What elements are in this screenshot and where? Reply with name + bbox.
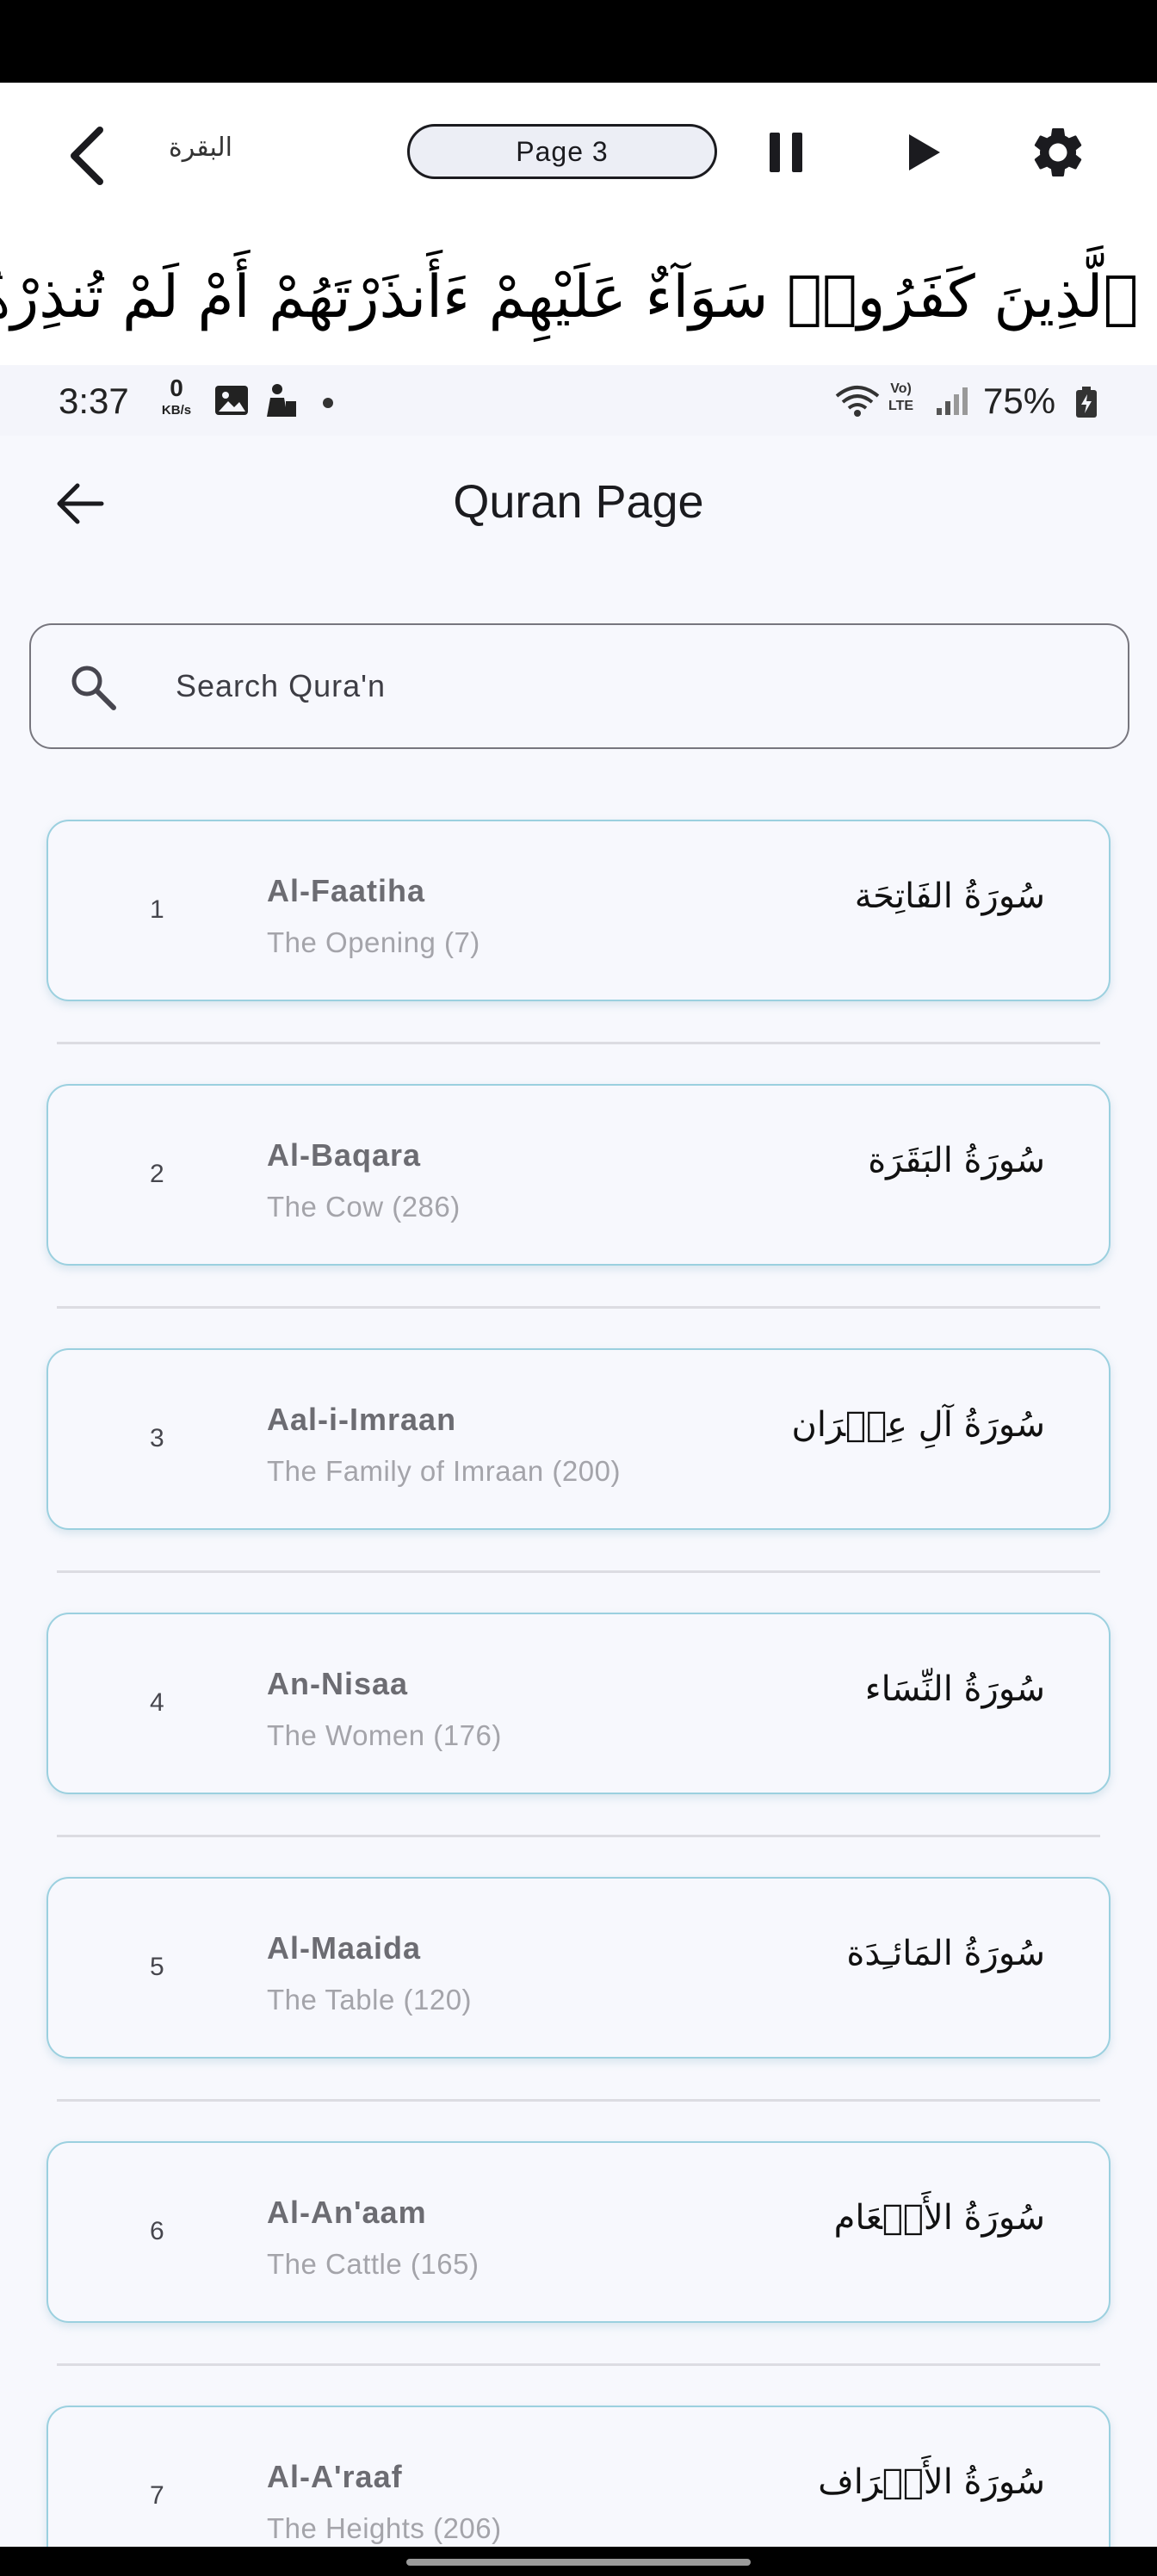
- battery-charging-icon: [1074, 386, 1098, 418]
- list-divider: [57, 2363, 1100, 2366]
- list-divider: [57, 1042, 1100, 1044]
- surah-name: Al-A'raaf: [267, 2459, 403, 2494]
- surah-meaning: The Opening (7): [267, 926, 480, 958]
- surah-meaning: The Women (176): [267, 1719, 502, 1751]
- screen: البقرة Page 3 إِنَّ ٱلَّذِينَ كَفَرُوا۟ …: [0, 0, 1157, 2576]
- surah-card-1[interactable]: 1 Al-Faatiha The Opening (7) سُورَةُ الف…: [46, 820, 1111, 1001]
- surah-card-2[interactable]: 2 Al-Baqara The Cow (286) سُورَةُ البَقَ…: [46, 1084, 1111, 1266]
- surah-number: 7: [150, 2481, 164, 2510]
- status-time: 3:37: [59, 381, 129, 421]
- surah-arabic-name: سُورَةُ النِّسَاء: [864, 1669, 1045, 1709]
- gear-icon[interactable]: [1028, 122, 1088, 183]
- surah-meaning: The Table (120): [267, 1984, 473, 2016]
- home-indicator[interactable]: [406, 2559, 751, 2566]
- signal-strength-icon: [935, 386, 969, 417]
- surah-arabic-name: سُورَةُ المَائـِدَة: [846, 1934, 1045, 1973]
- notification-dot: [323, 398, 333, 408]
- player-surah-label: البقرة: [169, 133, 232, 163]
- surah-arabic-name: سُورَةُ البَقَرَة: [868, 1141, 1045, 1180]
- surah-card-5[interactable]: 5 Al-Maaida The Table (120) سُورَةُ المَ…: [46, 1877, 1111, 2059]
- status-bar: 3:37 0 KB/s Vo) LTE 75%: [0, 365, 1157, 436]
- player-back-chevron-icon[interactable]: [60, 121, 112, 190]
- surah-meaning: The Cow (286): [267, 1191, 461, 1223]
- list-divider: [57, 1306, 1100, 1309]
- surah-number: 4: [150, 1688, 164, 1717]
- surah-card-3[interactable]: 3 Aal-i-Imraan The Family of Imraan (200…: [46, 1348, 1111, 1530]
- surah-name: Al-Baqara: [267, 1137, 422, 1173]
- gallery-notification-icon: [213, 384, 250, 417]
- volte-indicator: Vo) LTE: [888, 381, 913, 415]
- battery-percent: 75%: [983, 381, 1056, 421]
- surah-name: An-Nisaa: [267, 1666, 409, 1701]
- search-field[interactable]: [29, 623, 1129, 749]
- surah-name: Al-An'aam: [267, 2195, 427, 2230]
- search-input[interactable]: [176, 656, 1088, 716]
- app-bar: Quran Page: [0, 436, 1157, 573]
- pause-icon[interactable]: [768, 131, 806, 174]
- surah-row: 3 Aal-i-Imraan The Family of Imraan (200…: [0, 1348, 1157, 1613]
- volte-bottom-label: LTE: [888, 399, 914, 413]
- surah-list: 1 Al-Faatiha The Opening (7) سُورَةُ الف…: [0, 820, 1157, 2576]
- list-divider: [57, 2099, 1100, 2102]
- surah-meaning: The Cattle (165): [267, 2248, 480, 2280]
- surah-meaning: The Heights (206): [267, 2512, 502, 2544]
- surah-name: Aal-i-Imraan: [267, 1402, 457, 1437]
- surah-row: 4 An-Nisaa The Women (176) سُورَةُ النِّ…: [0, 1613, 1157, 1877]
- player-header: البقرة Page 3: [0, 83, 1157, 229]
- ayah-text-strip: إِنَّ ٱلَّذِينَ كَفَرُوا۟ سَوَآءٌ عَلَيْ…: [0, 229, 1157, 365]
- list-divider: [57, 1835, 1100, 1837]
- surah-name: Al-Maaida: [267, 1930, 422, 1966]
- wifi-icon: [833, 384, 882, 418]
- surah-name: Al-Faatiha: [267, 873, 426, 908]
- surah-card-6[interactable]: 6 Al-An'aam The Cattle (165) سُورَةُ الأ…: [46, 2141, 1111, 2323]
- surah-number: 6: [150, 2217, 164, 2245]
- surah-row: 2 Al-Baqara The Cow (286) سُورَةُ البَقَ…: [0, 1084, 1157, 1348]
- system-nav-bar: [0, 2547, 1157, 2576]
- surah-meaning: The Family of Imraan (200): [267, 1455, 621, 1487]
- list-divider: [57, 1570, 1100, 1573]
- surah-row: 5 Al-Maaida The Table (120) سُورَةُ المَ…: [0, 1877, 1157, 2141]
- surah-row: 6 Al-An'aam The Cattle (165) سُورَةُ الأ…: [0, 2141, 1157, 2406]
- page-title: Quran Page: [453, 476, 704, 528]
- network-speed-value: 0: [170, 375, 183, 401]
- surah-number: 1: [150, 895, 164, 924]
- surah-arabic-name: سُورَةُ الأَعۡرَاف: [818, 2462, 1045, 2502]
- surah-card-4[interactable]: 4 An-Nisaa The Women (176) سُورَةُ النِّ…: [46, 1613, 1111, 1794]
- network-speed: 0 KB/s: [155, 375, 198, 422]
- surah-row: 1 Al-Faatiha The Opening (7) سُورَةُ الف…: [0, 820, 1157, 1084]
- top-black-bar: [0, 0, 1157, 83]
- page-indicator-pill[interactable]: Page 3: [407, 124, 717, 179]
- surah-arabic-name: سُورَةُ آلِ عِمۡرَان: [791, 1405, 1046, 1445]
- network-speed-unit: KB/s: [161, 403, 192, 418]
- surah-arabic-name: سُورَةُ الأَنۡعَام: [833, 2198, 1045, 2238]
- accessibility-notification-icon: [260, 382, 300, 418]
- volte-top-label: Vo): [890, 381, 912, 396]
- search-icon: [67, 661, 119, 713]
- surah-number: 3: [150, 1424, 164, 1452]
- play-icon[interactable]: [906, 131, 944, 174]
- surah-number: 5: [150, 1953, 164, 1981]
- surah-arabic-name: سُورَةُ الفَاتِحَة: [854, 876, 1045, 916]
- surah-number: 2: [150, 1160, 164, 1188]
